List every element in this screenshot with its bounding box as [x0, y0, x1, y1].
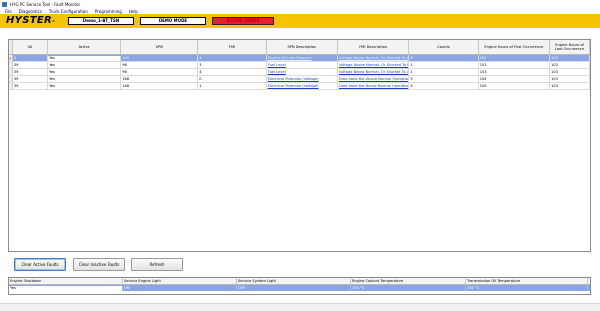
clear-active-faults-button[interactable]: Clear Active Faults	[14, 258, 66, 271]
cell-first-occurrence: 101	[479, 55, 551, 61]
cell-counts: 4	[409, 83, 479, 89]
cell-last-occurrence: 103	[550, 69, 590, 75]
header-bar: HYSTER® Demo_1-BT_TSN DEMO MODE ACTIVE C…	[0, 14, 600, 28]
table-row[interactable]: 39 Yes 96 3 Fuel Level Voltage Above Nor…	[9, 62, 590, 69]
cell-fmi: 3	[198, 62, 267, 68]
title-bar: HYG PC Service Tool - Fault Monitor	[0, 0, 600, 8]
cell-counts: 1	[409, 62, 479, 68]
col-last-occurrence[interactable]: Engine Hours of Last Occurrence	[550, 40, 590, 54]
status-row[interactable]: Yes ON OFF 150 °C 150 °C	[9, 285, 590, 291]
col-counts[interactable]: Counts	[409, 40, 479, 54]
cell-active: Yes	[48, 62, 122, 68]
fmi-description-link[interactable]: Voltage Above Normal, Or Shorted To Hi..…	[338, 62, 410, 68]
cell-sa: 0	[13, 55, 49, 61]
service-engine-light-value: ON	[123, 285, 237, 291]
cell-sa: 39	[13, 83, 49, 89]
demo-mode-badge: DEMO MODE	[140, 17, 206, 25]
col-spn-description[interactable]: SPN Description	[267, 40, 339, 54]
cell-active: Yes	[48, 69, 122, 75]
cell-counts: 6	[409, 55, 479, 61]
cell-fmi: 4	[198, 55, 267, 61]
cell-sa: 39	[13, 76, 49, 82]
fmi-description-link[interactable]: Voltage Below Normal, Or Shorted To Lo..…	[338, 69, 410, 75]
engine-coolant-temperature-value: 150 °C	[351, 285, 466, 291]
col-spn[interactable]: SPN	[121, 40, 199, 54]
clear-inactive-faults-button[interactable]: Clear Inactive Faults	[73, 258, 125, 271]
spn-description-link[interactable]: Electrical Potential (Voltage)	[267, 83, 339, 89]
menu-diagnostics[interactable]: Diagnostics	[19, 9, 42, 14]
cell-first-occurrence: 105	[479, 83, 551, 89]
fmi-description-link[interactable]: Voltage Below Normal, Or Shorted To Lo..…	[338, 55, 410, 61]
cell-active: Yes	[48, 83, 122, 89]
cell-counts: 3	[409, 76, 479, 82]
table-row[interactable]: 39 Yes 96 4 Fuel Level Voltage Below Nor…	[9, 69, 590, 76]
cell-fmi: 4	[198, 69, 267, 75]
app-icon	[2, 1, 7, 7]
col-fmi-description[interactable]: FMI Description	[338, 40, 410, 54]
status-table-header: Engine Shutdown Service Engine Light Ser…	[9, 278, 590, 285]
col-active[interactable]: Active	[48, 40, 122, 54]
col-transmission-oil-temperature: Transmission Oil Temperature	[466, 278, 588, 284]
table-row[interactable]: 39 Yes 168 0 Electrical Potential (Volta…	[9, 76, 590, 83]
menu-file[interactable]: File	[5, 9, 12, 14]
spn-description-link[interactable]: Fuel Level	[267, 69, 339, 75]
engine-shutdown-value: Yes	[9, 285, 123, 291]
col-sa[interactable]: SA	[13, 40, 49, 54]
fault-rows: ▸ 0 Yes 100 4 Engine Air Inlet Pressure …	[9, 55, 590, 90]
active-codes-badge: ACTIVE CODES	[212, 17, 274, 25]
cell-spn: 96	[121, 62, 199, 68]
cell-sa: 39	[13, 62, 49, 68]
cell-fmi: 0	[198, 76, 267, 82]
window-title: HYG PC Service Tool - Fault Monitor	[10, 1, 81, 7]
col-first-occurrence[interactable]: Engine Hours of First Occurrence	[479, 40, 550, 54]
col-engine-shutdown: Engine Shutdown	[9, 278, 123, 284]
cell-active: Yes	[48, 76, 122, 82]
service-system-light-value: OFF	[237, 285, 351, 291]
transmission-oil-temperature-value: 150 °C	[466, 285, 588, 291]
cell-counts: 2	[409, 69, 479, 75]
fmi-description-link[interactable]: Data Valid But Below Normal Operational.…	[338, 83, 410, 89]
cell-last-occurrence: 103	[550, 62, 590, 68]
table-row[interactable]: ▸ 0 Yes 100 4 Engine Air Inlet Pressure …	[9, 55, 590, 62]
menu-programming[interactable]: Programming	[95, 9, 122, 14]
menu-truck-configuration[interactable]: Truck Configuration	[49, 9, 88, 14]
status-table[interactable]: Engine Shutdown Service Engine Light Ser…	[8, 277, 591, 295]
refresh-button[interactable]: Refresh	[131, 258, 183, 271]
spn-description-link[interactable]: Electrical Potential (Voltage)	[267, 76, 339, 82]
cell-first-occurrence: 102	[479, 62, 551, 68]
spn-description-link[interactable]: Engine Air Inlet Pressure	[267, 55, 339, 61]
spn-description-link[interactable]: Fuel Level	[267, 62, 339, 68]
menu-help[interactable]: Help	[129, 9, 138, 14]
col-service-engine-light: Service Engine Light	[123, 278, 237, 284]
col-engine-coolant-temperature: Engine Coolant Temperature	[351, 278, 466, 284]
cell-last-occurrence: 103	[550, 76, 590, 82]
fmi-description-link[interactable]: Data Valid But Above Normal Operational.…	[338, 76, 410, 82]
session-name: Demo_1-BT_TSN	[68, 17, 134, 25]
table-row[interactable]: 39 Yes 168 1 Electrical Potential (Volta…	[9, 83, 590, 90]
fault-table[interactable]: SA Active SPN FMI SPN Description FMI De…	[8, 39, 591, 252]
status-bar	[0, 303, 600, 311]
col-fmi[interactable]: FMI	[198, 40, 267, 54]
fault-table-header: SA Active SPN FMI SPN Description FMI De…	[9, 40, 590, 55]
cell-spn: 168	[121, 76, 199, 82]
hyster-logo: HYSTER®	[6, 15, 56, 26]
cell-active: Yes	[48, 56, 122, 61]
cell-fmi: 1	[198, 83, 267, 89]
cell-last-occurrence: 103	[550, 55, 590, 61]
cell-last-occurrence: 103	[550, 83, 590, 89]
cell-sa: 39	[13, 69, 49, 75]
cell-first-occurrence: 104	[479, 76, 551, 82]
cell-spn: 96	[121, 69, 199, 75]
cell-spn: 168	[121, 83, 199, 89]
cell-first-occurrence: 103	[479, 69, 551, 75]
col-service-system-light: Service System Light	[237, 278, 351, 284]
cell-spn: 100	[121, 55, 199, 61]
